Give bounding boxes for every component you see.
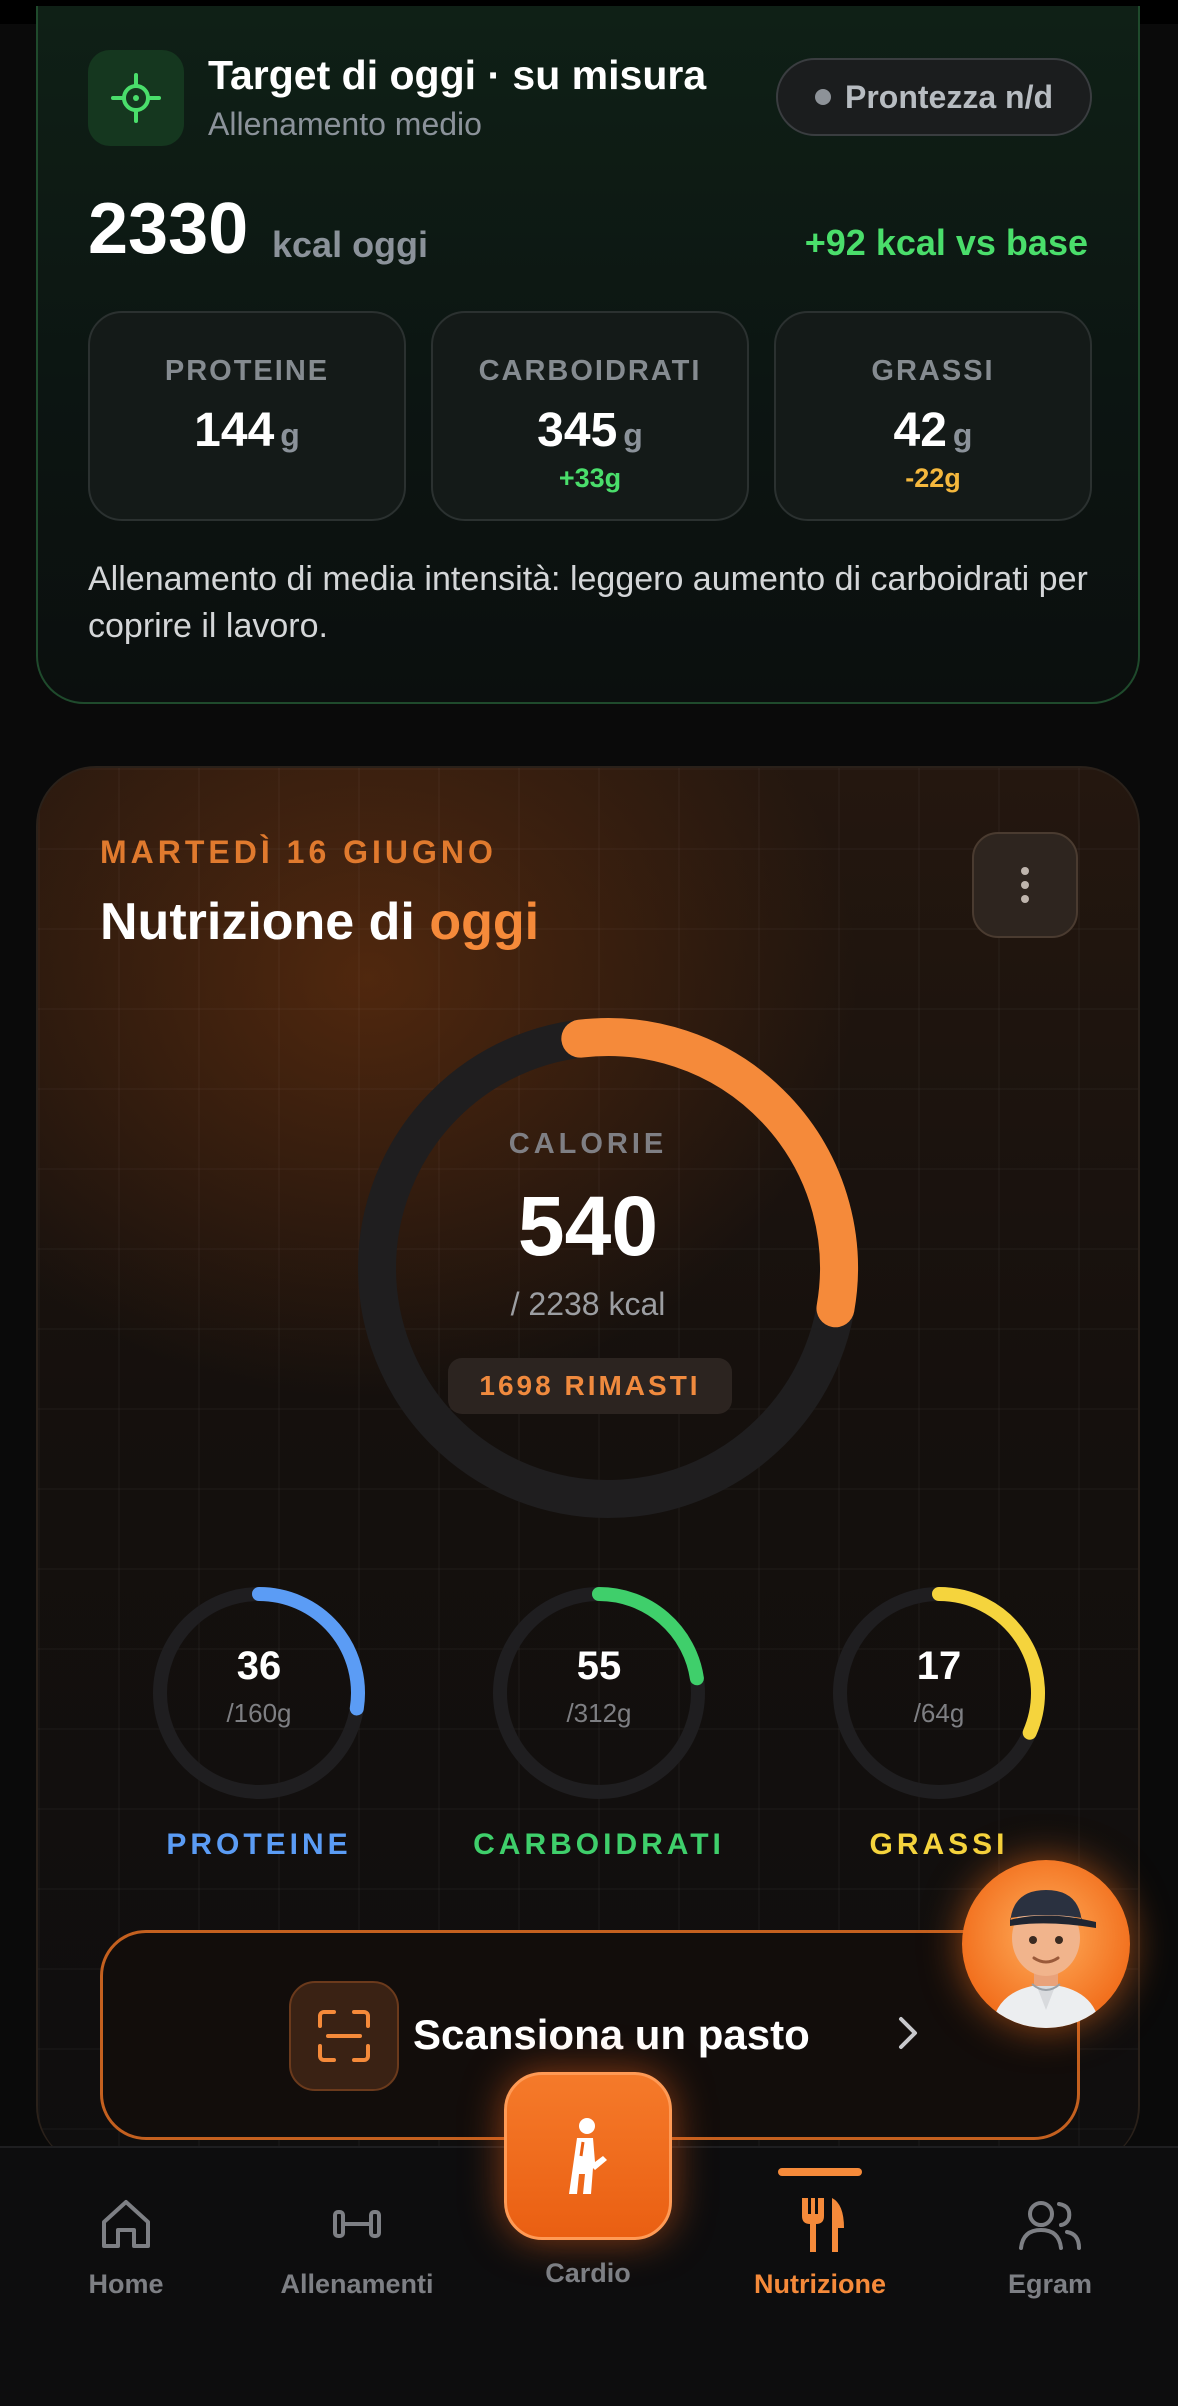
more-options-button[interactable] (972, 832, 1078, 938)
target-subtitle: Allenamento medio (208, 106, 482, 142)
kcal-delta: +92 kcal vs base (804, 222, 1088, 263)
scan-icon (289, 1981, 399, 2091)
nav-item-workouts[interactable]: Allenamenti (257, 2194, 457, 2300)
macro-unit: g (623, 417, 643, 453)
carbs-ring: 55 /312g (484, 1578, 714, 1808)
chevron-right-icon (899, 2017, 917, 2049)
macro-value: 144 (194, 404, 275, 457)
protein-target: /160g (226, 1698, 292, 1728)
target-macro-protein: PROTEINE 144 g (88, 311, 406, 521)
target-note: Allenamento di media intensità: leggero … (88, 560, 1088, 645)
nav-label-egram: Egram (1007, 2269, 1093, 2299)
coach-avatar[interactable] (962, 1860, 1130, 2028)
macro-label: CARBOIDRATI (478, 355, 702, 387)
protein-ring: 36 /160g (144, 1578, 374, 1808)
calories-remaining-badge: 1698 RIMASTI (448, 1358, 732, 1414)
carbs-target: /312g (566, 1698, 632, 1728)
scan-meal-label: Scansiona un pasto (413, 2011, 810, 2058)
nav-item-egram[interactable]: Egram (950, 2194, 1150, 2300)
target-kcal: 2330 (88, 189, 249, 269)
carbs-value: 55 (576, 1644, 622, 1688)
readiness-badge[interactable]: Prontezza n/d (776, 58, 1092, 136)
nav-label-home: Home (88, 2269, 164, 2299)
macro-delta: -22g (905, 463, 961, 493)
fat-ring: 17 /64g (824, 1578, 1054, 1808)
active-tab-indicator (778, 2168, 862, 2176)
readiness-label: Prontezza n/d (844, 78, 1053, 115)
title-prefix: Nutrizione di (100, 893, 415, 951)
macro-value: 345 (537, 404, 618, 457)
nav-label-nutrition: Nutrizione (754, 2269, 886, 2299)
fat-label: GRASSI (869, 1828, 1009, 1861)
nav-item-home[interactable]: Home (26, 2194, 226, 2300)
fat-value: 17 (916, 1644, 962, 1688)
nav-item-nutrition[interactable]: Nutrizione (720, 2194, 920, 2300)
carbs-label: CARBOIDRATI (473, 1828, 725, 1861)
fat-target: /64g (913, 1698, 965, 1728)
nav-label-workouts: Allenamenti (280, 2269, 434, 2299)
users-icon (1019, 2201, 1081, 2250)
macro-delta: +33g (558, 463, 622, 493)
title-highlight: oggi (429, 893, 540, 951)
macro-label: GRASSI (871, 355, 995, 387)
cardio-button[interactable] (504, 2072, 672, 2240)
calorie-label: CALORIE (508, 1128, 668, 1160)
protein-value: 36 (236, 1644, 282, 1688)
daily-target-card: Target di oggi · su misura Allenamento m… (36, 6, 1140, 704)
page-title: Nutrizione di oggi (100, 892, 539, 952)
status-dot-icon (814, 89, 831, 105)
dumbbell-icon (333, 2210, 381, 2238)
macro-label: PROTEINE (164, 355, 330, 387)
calorie-target: / 2238 kcal (510, 1286, 666, 1322)
nav-label-cardio: Cardio (545, 2258, 631, 2288)
target-macro-carbs: CARBOIDRATI 345 g +33g (431, 311, 749, 521)
target-macro-fat: GRASSI 42 g -22g (774, 311, 1092, 521)
target-title: Target di oggi · su misura (208, 52, 707, 98)
macro-unit: g (280, 417, 300, 453)
nutrition-date: MARTEDÌ 16 GIUGNO (100, 834, 497, 870)
crosshair-icon (88, 50, 184, 146)
macro-value: 42 (893, 404, 947, 457)
kebab-menu-icon (1021, 867, 1029, 903)
calorie-consumed: 540 (517, 1179, 659, 1273)
macro-unit: g (952, 417, 973, 453)
protein-label: PROTEINE (166, 1828, 352, 1861)
runner-icon (569, 2118, 607, 2194)
fork-knife-icon (802, 2198, 844, 2252)
target-kcal-unit: kcal oggi (272, 224, 429, 265)
home-icon (102, 2200, 150, 2248)
